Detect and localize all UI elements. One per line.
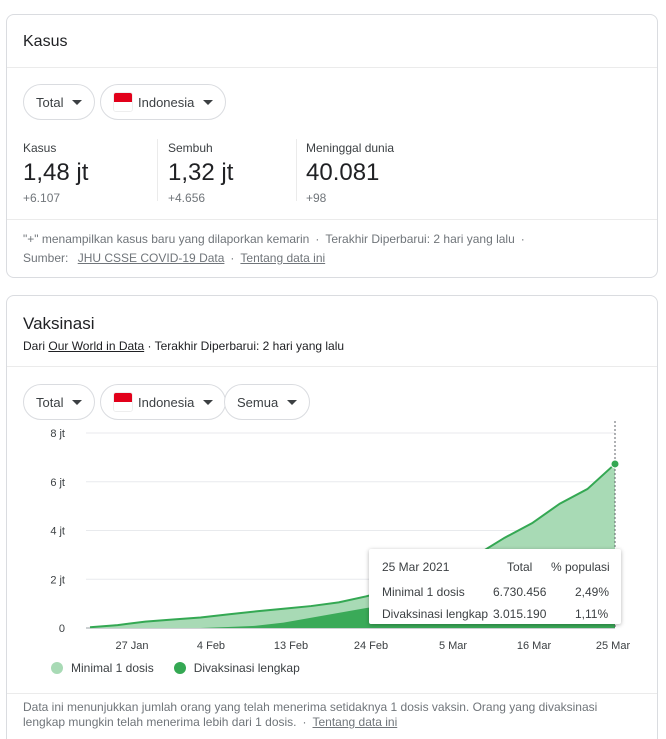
tooltip-row-pct: 2,49%	[575, 585, 610, 599]
country-dropdown[interactable]: Indonesia	[100, 84, 227, 120]
vaccination-footer-text: Data ini menunjukkan jumlah orang yang t…	[23, 700, 598, 729]
tooltip-row-pct: 1,11%	[575, 607, 609, 621]
indonesia-flag-icon	[113, 92, 133, 112]
divider	[7, 219, 657, 220]
tooltip-row-total: 6.730.456	[493, 585, 547, 599]
stat-value: 1,32 jt	[168, 159, 234, 186]
x-tick-label: 25 Mar	[596, 640, 631, 652]
vax-country-label: Indonesia	[138, 394, 195, 410]
cases-footer-note: "+" menampilkan kasus baru yang dilapork…	[23, 232, 310, 246]
stat-recovered: Sembuh 1,32 jt +4.656	[168, 141, 233, 205]
hover-point	[610, 459, 620, 469]
stat-cases: Kasus 1,48 jt +6.107	[23, 141, 88, 205]
stat-label: Meninggal dunia	[306, 141, 395, 155]
legend-label: Divaksinasi lengkap	[193, 661, 300, 675]
y-tick-label: 2 jt	[50, 574, 65, 586]
vaccination-chart[interactable]: 0 2 jt 4 jt 6 jt 8 jt 27 Jan 4 Feb 13 Feb 24 Feb…	[7, 421, 658, 661]
stat-label: Sembuh	[168, 141, 213, 155]
country-dropdown-label: Indonesia	[138, 94, 195, 110]
stat-delta: +6.107	[23, 191, 61, 205]
stat-delta: +4.656	[168, 191, 206, 205]
cases-card: Kasus Total Indonesia Kasus 1,48 jt +6.1…	[6, 14, 658, 278]
scope-dropdown[interactable]: Total	[23, 84, 96, 120]
y-tick-label: 6 jt	[50, 477, 65, 489]
stat-value: 1,48 jt	[23, 159, 89, 186]
vaccination-subtitle: Dari Our World in Data · Terakhir Diperb…	[23, 339, 344, 353]
vaccination-updated: · Terakhir Diperbarui: 2 hari yang lalu	[147, 339, 345, 353]
caret-down-icon	[203, 399, 214, 405]
divider	[7, 67, 657, 68]
x-tick-label: 4 Feb	[197, 640, 225, 652]
x-tick-label: 16 Mar	[517, 640, 552, 652]
about-data-link[interactable]: Tentang data ini	[240, 251, 325, 265]
caret-down-icon	[72, 99, 83, 105]
stat-separator	[157, 139, 158, 201]
divider	[7, 693, 657, 694]
caret-down-icon	[203, 99, 214, 105]
legend-item[interactable]: Minimal 1 dosis	[51, 661, 154, 675]
stat-value: 40.081	[306, 159, 380, 186]
cases-footer-updated: Terakhir Diperbarui: 2 hari yang lalu	[325, 232, 515, 246]
tooltip-row-label: Divaksinasi lengkap	[382, 607, 489, 621]
legend-swatch-dark	[173, 662, 186, 674]
dose-label: Semua	[237, 394, 279, 410]
from-label: Dari	[23, 339, 46, 353]
stat-separator	[296, 139, 297, 201]
stat-deaths: Meninggal dunia 40.081 +98	[306, 141, 394, 205]
x-tick-label: 13 Feb	[274, 640, 308, 652]
owid-source-link[interactable]: Our World in Data	[48, 339, 144, 353]
scope-dropdown-label: Total	[36, 94, 64, 110]
tooltip-date: 25 Mar 2021	[382, 560, 450, 574]
jhu-source-link[interactable]: JHU CSSE COVID-19 Data	[78, 251, 225, 265]
y-tick-label: 8 jt	[50, 428, 65, 440]
vax-scope-label: Total	[36, 394, 64, 410]
source-label: Sumber:	[23, 251, 69, 265]
legend-item[interactable]: Divaksinasi lengkap	[173, 661, 300, 675]
chart-tooltip: 25 Mar 2021 Total % populasi Minimal 1 d…	[369, 549, 621, 624]
tooltip-col-total: Total	[507, 560, 533, 574]
vax-scope-dropdown[interactable]: Total	[23, 384, 96, 420]
indonesia-flag-icon	[113, 392, 133, 412]
vax-about-data-link[interactable]: Tentang data ini	[313, 715, 398, 729]
stat-label: Kasus	[23, 141, 57, 155]
x-tick-label: 5 Mar	[439, 640, 467, 652]
vaccination-card: Vaksinasi Dari Our World in Data · Terak…	[6, 295, 658, 739]
x-tick-label: 24 Feb	[354, 640, 388, 652]
tooltip-row-total: 3.015.190	[493, 607, 547, 621]
stat-delta: +98	[306, 191, 327, 205]
legend-label: Minimal 1 dosis	[71, 661, 154, 675]
legend-swatch-light	[51, 662, 63, 674]
divider	[7, 366, 657, 367]
cases-title: Kasus	[23, 33, 68, 50]
tooltip-row-label: Minimal 1 dosis	[382, 585, 465, 599]
tooltip-col-pct: % populasi	[551, 560, 610, 574]
y-tick-label: 4 jt	[50, 526, 65, 538]
vaccination-title: Vaksinasi	[23, 314, 95, 333]
cases-footer-line1: "+" menampilkan kasus baru yang dilapork…	[23, 232, 525, 246]
x-tick-label: 27 Jan	[115, 640, 148, 652]
caret-down-icon	[287, 399, 298, 405]
y-tick-label: 0	[59, 623, 65, 635]
vax-country-dropdown[interactable]: Indonesia	[100, 384, 227, 420]
dose-dropdown[interactable]: Semua	[224, 384, 311, 420]
vaccination-footer: Data ini menunjukkan jumlah orang yang t…	[23, 700, 598, 729]
chart-legend: Minimal 1 dosis Divaksinasi lengkap	[51, 661, 320, 675]
cases-footer-line2: Sumber: JHU CSSE COVID-19 Data · Tentang d…	[23, 251, 326, 265]
caret-down-icon	[72, 399, 83, 405]
